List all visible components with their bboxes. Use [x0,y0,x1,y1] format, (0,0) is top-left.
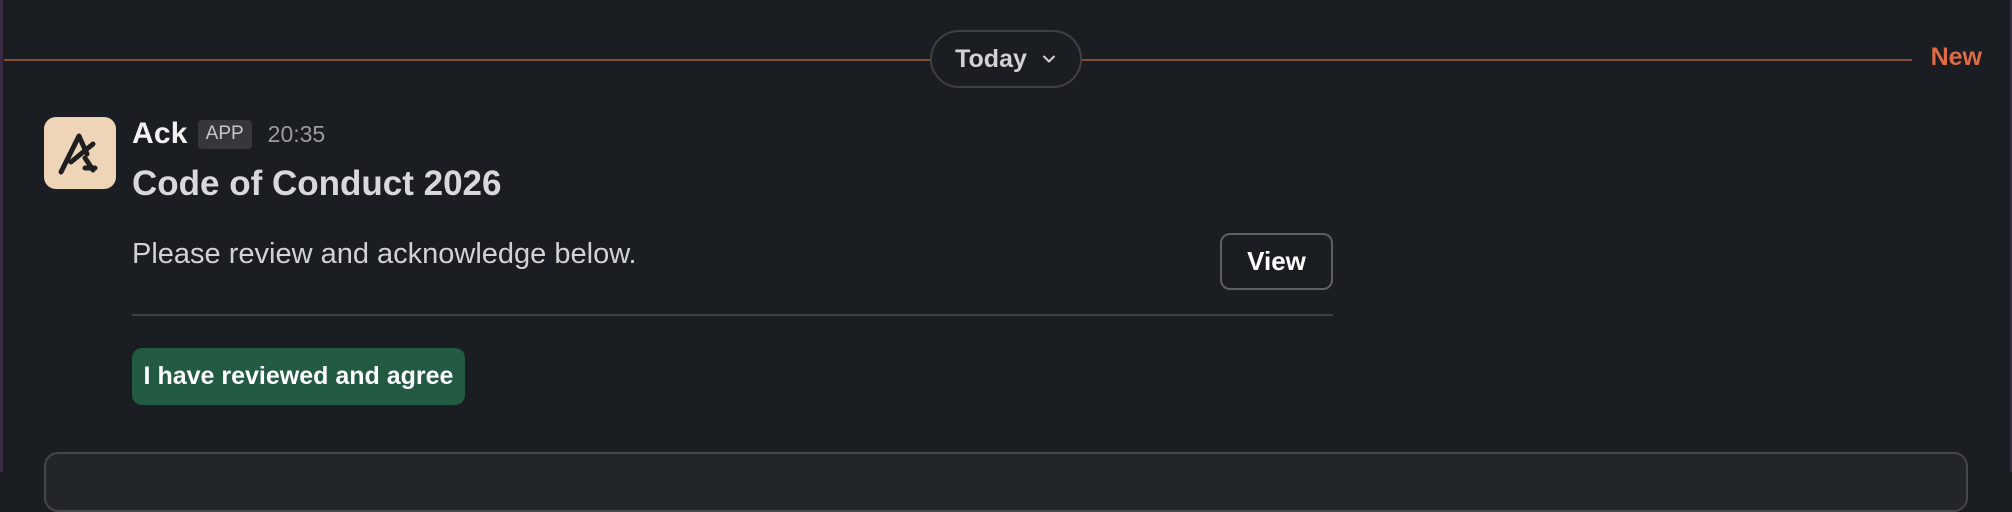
message-header: Ack APP 20:35 [132,114,325,154]
avatar[interactable] [44,117,116,189]
block-divider [132,314,1333,316]
agree-button[interactable]: I have reviewed and agree [132,348,465,405]
message-timestamp[interactable]: 20:35 [268,121,326,148]
message-title: Code of Conduct 2026 [132,164,502,203]
app-badge: APP [197,119,252,149]
ack-logo-icon [58,133,98,175]
view-button[interactable]: View [1220,233,1333,290]
window-edge-left [0,0,3,472]
sender-name[interactable]: Ack [132,117,188,151]
new-messages-label: New [1930,43,1982,71]
message-body: Please review and acknowledge below. [132,238,637,270]
message-composer[interactable] [44,452,1968,512]
chevron-down-icon [1042,55,1055,63]
date-label: Today [955,44,1027,73]
date-jump-button[interactable]: Today [930,30,1082,88]
